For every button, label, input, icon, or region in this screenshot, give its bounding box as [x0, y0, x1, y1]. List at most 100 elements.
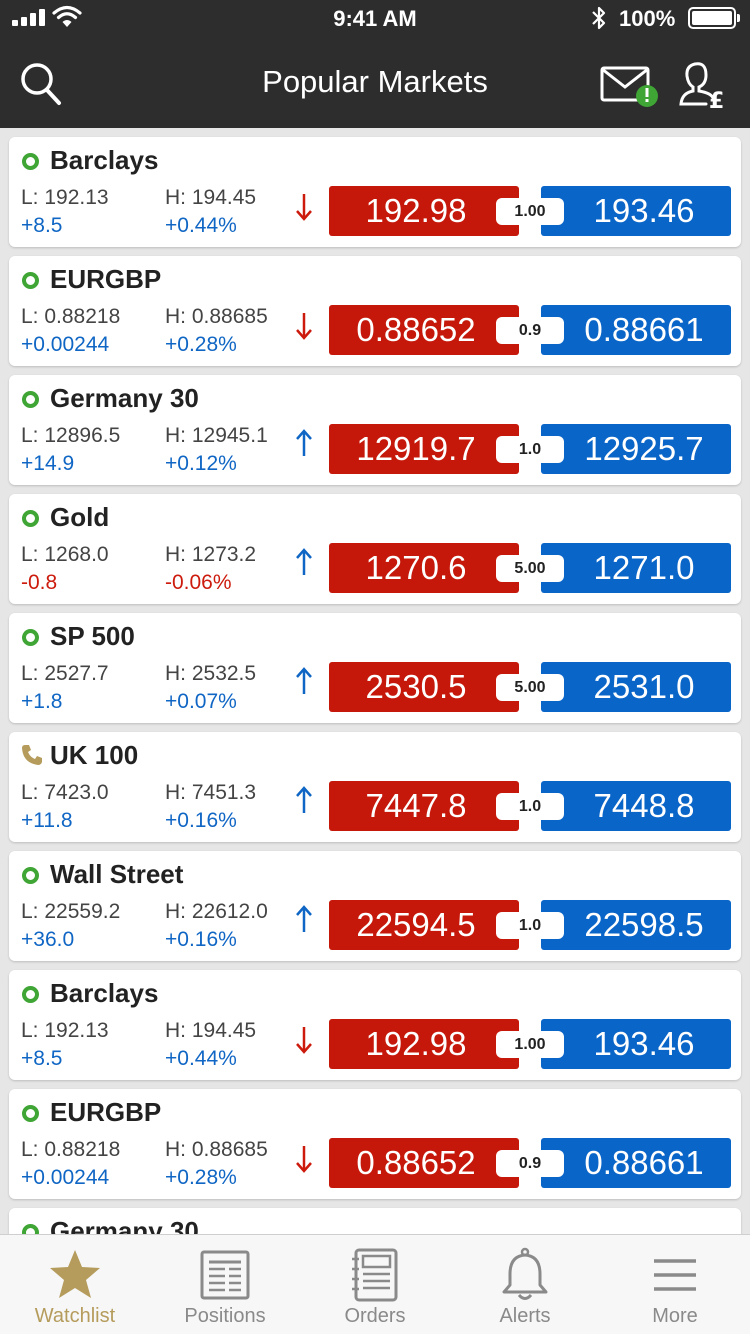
high-price: H: 22612.0 — [165, 900, 268, 923]
low-price: L: 22559.2 — [21, 900, 121, 923]
price-change: -0.8 — [21, 571, 58, 594]
price-change-percent: +0.28% — [165, 1166, 237, 1189]
menu-icon — [654, 1259, 696, 1291]
high-price: H: 194.45 — [165, 186, 257, 209]
buy-button[interactable]: 1271.0 — [541, 543, 731, 593]
market-open-icon — [22, 272, 39, 289]
spread-badge: 1.00 — [496, 1031, 564, 1058]
market-name: Barclays — [50, 978, 159, 1008]
market-open-icon — [22, 867, 39, 884]
sell-button[interactable]: 0.88652 — [329, 1138, 519, 1188]
market-open-icon — [22, 629, 39, 646]
market-card[interactable]: Germany 30L: 12896.5H: 12945.1+14.9+0.12… — [9, 1208, 741, 1234]
low-price: L: 7423.0 — [21, 781, 109, 804]
price-change: +0.00244 — [21, 333, 110, 356]
status-bar: 9:41 AM 100% — [0, 0, 750, 40]
price-change: +14.9 — [21, 452, 75, 475]
arrow-up-icon — [296, 548, 312, 575]
market-open-icon — [22, 153, 39, 170]
market-card[interactable]: Gold L: 1268.0 H: 1273.2 -0.8 -0.06% 1270.6 12… — [9, 494, 741, 604]
tab-more[interactable]: More — [600, 1235, 750, 1334]
low-price: L: 192.13 — [21, 186, 109, 209]
phone-icon — [22, 745, 42, 765]
market-name: Germany 30 — [50, 1216, 199, 1234]
price-change-percent: +0.16% — [165, 809, 237, 832]
high-price: H: 0.88685 — [165, 305, 268, 328]
positions-icon — [200, 1250, 250, 1300]
low-price: L: 2527.7 — [21, 662, 109, 685]
sell-button[interactable]: 7447.8 — [329, 781, 519, 831]
arrow-down-icon — [296, 313, 312, 340]
market-name: Gold — [50, 502, 110, 532]
market-card[interactable]: Barclays L: 192.13 H: 194.45 +8.5 +0.44% 192.… — [9, 970, 741, 1080]
spread-badge: 1.0 — [496, 793, 564, 820]
price-change-percent: +0.16% — [165, 928, 237, 951]
market-open-icon — [22, 391, 39, 408]
tab-label: Watchlist — [34, 1305, 116, 1327]
spread-badge: 1.0 — [496, 436, 564, 463]
account-icon[interactable]: £ — [678, 60, 726, 110]
tab-watchlist[interactable]: Watchlist — [0, 1235, 150, 1334]
tab-alerts[interactable]: Alerts — [450, 1235, 600, 1334]
battery-icon — [688, 7, 740, 29]
battery-percent: 100% — [619, 6, 676, 31]
arrow-up-icon — [296, 667, 312, 694]
tab-label: More — [652, 1305, 698, 1327]
sell-button[interactable]: 192.98 — [329, 1019, 519, 1069]
tab-orders[interactable]: Orders — [300, 1235, 450, 1334]
tab-label: Orders — [344, 1305, 406, 1327]
sell-button[interactable]: 12919.7 — [329, 424, 519, 474]
mail-icon[interactable] — [600, 66, 660, 110]
price-change: +36.0 — [21, 928, 75, 951]
price-change-percent: +0.28% — [165, 333, 237, 356]
price-change: +11.8 — [21, 809, 73, 832]
bell-icon — [502, 1247, 548, 1300]
market-card[interactable]: Wall Street L: 22559.2 H: 22612.0 +36.0 +0.1… — [9, 851, 741, 961]
low-price: L: 1268.0 — [21, 543, 109, 566]
market-card[interactable]: UK 100 L: 7423.0 H: 7451.3 +11.8 +0.16% 7447.… — [9, 732, 741, 842]
high-price: H: 194.45 — [165, 1019, 257, 1042]
price-change-percent: +0.44% — [165, 1047, 237, 1070]
buy-button[interactable]: 7448.8 — [541, 781, 731, 831]
sell-button[interactable]: 2530.5 — [329, 662, 519, 712]
market-card[interactable]: Barclays L: 192.13 H: 194.45 +8.5 +0.44% 192.… — [9, 137, 741, 247]
spread-badge: 5.00 — [496, 555, 564, 582]
buy-button[interactable]: 0.88661 — [541, 1138, 731, 1188]
low-price: L: 0.88218 — [21, 1138, 121, 1161]
price-change-percent: -0.06% — [165, 571, 232, 594]
low-price: L: 192.13 — [21, 1019, 109, 1042]
arrow-down-icon — [296, 1146, 312, 1173]
buy-button[interactable]: 0.88661 — [541, 305, 731, 355]
sell-button[interactable]: 192.98 — [329, 186, 519, 236]
spread-badge: 1.0 — [496, 912, 564, 939]
market-list[interactable]: Barclays L: 192.13 H: 194.45 +8.5 +0.44% 192.… — [0, 128, 750, 1234]
price-change: +8.5 — [21, 1047, 63, 1070]
buy-button[interactable]: 193.46 — [541, 1019, 731, 1069]
buy-button[interactable]: 2531.0 — [541, 662, 731, 712]
buy-button[interactable]: 12925.7 — [541, 424, 731, 474]
buy-button[interactable]: 193.46 — [541, 186, 731, 236]
arrow-down-icon — [296, 1027, 312, 1054]
buy-button[interactable]: 22598.5 — [541, 900, 731, 950]
market-name: Germany 30 — [50, 383, 199, 413]
high-price: H: 2532.5 — [165, 662, 257, 685]
tab-label: Positions — [184, 1305, 266, 1327]
sell-button[interactable]: 0.88652 — [329, 305, 519, 355]
market-card[interactable]: SP 500 L: 2527.7 H: 2532.5 +1.8 +0.07% 2530.5… — [9, 613, 741, 723]
sell-button[interactable]: 22594.5 — [329, 900, 519, 950]
high-price: H: 0.88685 — [165, 1138, 268, 1161]
tab-bar: Watchlist Positions Orders Alerts More — [0, 1234, 750, 1334]
low-price: L: 12896.5 — [21, 424, 121, 447]
price-change: +8.5 — [21, 214, 63, 237]
market-name: SP 500 — [50, 621, 135, 651]
price-change-percent: +0.12% — [165, 452, 237, 475]
sell-button[interactable]: 1270.6 — [329, 543, 519, 593]
market-card[interactable]: EURGBP L: 0.88218 H: 0.88685 +0.00244 +0.28%… — [9, 1089, 741, 1199]
nav-bar: Popular Markets £ — [0, 40, 750, 128]
svg-text:£: £ — [709, 89, 724, 110]
arrow-up-icon — [296, 905, 312, 932]
market-card[interactable]: EURGBP L: 0.88218 H: 0.88685 +0.00244 +0.28%… — [9, 256, 741, 366]
tab-positions[interactable]: Positions — [150, 1235, 300, 1334]
spread-badge: 5.00 — [496, 674, 564, 701]
market-card[interactable]: Germany 30L: 12896.5H: 12945.1+14.9+0.12… — [9, 375, 741, 485]
